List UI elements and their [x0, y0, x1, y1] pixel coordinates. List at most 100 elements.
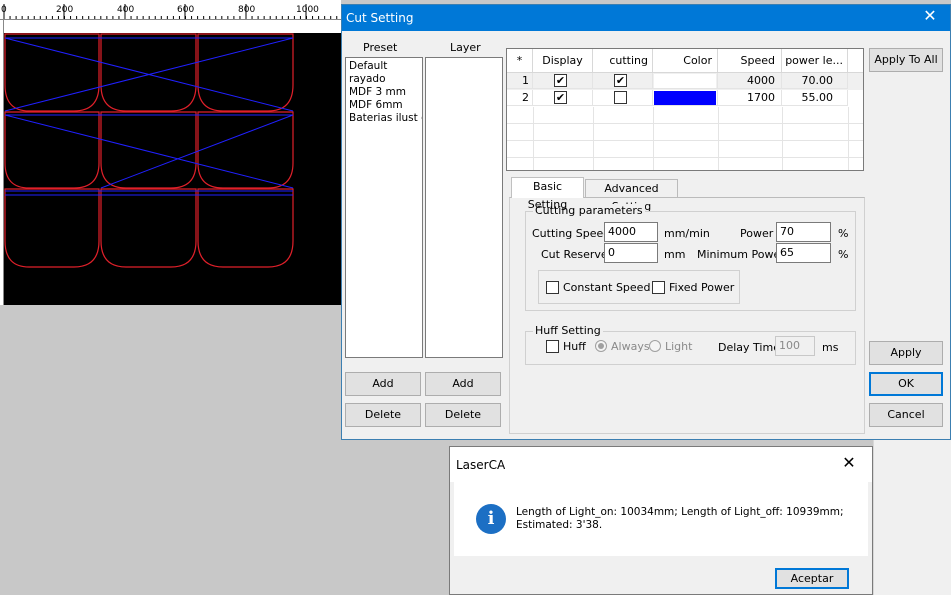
power-input[interactable]: 70 — [776, 222, 831, 242]
preset-item-mdf6[interactable]: MDF 6mm — [346, 99, 422, 112]
tab-basic-setting[interactable]: Basic Setting — [511, 177, 584, 211]
col-header-speed[interactable]: Speed — [718, 49, 782, 73]
layer-header: Layer — [450, 41, 481, 54]
delay-time-input[interactable]: 100 — [775, 336, 815, 356]
layer-list[interactable] — [425, 57, 503, 358]
layer-table[interactable]: * Display cutting Color Speed power le..… — [506, 48, 864, 171]
speed-unit: mm/min — [664, 227, 710, 240]
cancel-button[interactable]: Cancel — [869, 403, 943, 427]
minimum-power-label: Minimum Power — [697, 248, 785, 261]
preset-item-mdf3[interactable]: MDF 3 mm — [346, 86, 422, 99]
col-header-cutting[interactable]: cutting — [593, 49, 653, 73]
apply-button[interactable]: Apply — [869, 341, 943, 365]
col-header-color[interactable]: Color — [653, 49, 718, 73]
color-cell — [653, 73, 718, 89]
grid-line — [593, 107, 594, 170]
cutting-speed-label: Cutting Speed — [532, 227, 611, 240]
col-header-filler — [848, 49, 863, 73]
always-radio[interactable] — [595, 340, 607, 352]
cutting-cell: ✔ — [593, 73, 653, 89]
power-label: Power — [740, 227, 774, 240]
minimum-power-unit: % — [838, 248, 849, 261]
delay-unit: ms — [822, 341, 839, 354]
col-header-power[interactable]: power le... — [782, 49, 848, 73]
preset-item-default[interactable]: Default — [346, 60, 422, 73]
speed-cell: 4000 — [718, 73, 782, 89]
preset-header: Preset — [363, 41, 398, 54]
delete-layer-button[interactable]: Delete — [425, 403, 501, 427]
grid-line — [848, 107, 849, 170]
huff-label: Huff — [563, 340, 586, 353]
window-title: Cut Setting — [346, 11, 414, 25]
huff-setting-title: Huff Setting — [533, 324, 603, 337]
layer-color-swatch[interactable] — [654, 91, 716, 105]
ruler-label-600: 600 — [177, 5, 195, 15]
cut-path-drawing — [4, 33, 294, 268]
minimum-power-input[interactable]: 65 — [776, 243, 831, 263]
add-preset-button[interactable]: Add — [345, 372, 421, 396]
canvas-background — [0, 305, 341, 595]
accept-button[interactable]: Aceptar — [775, 568, 849, 589]
cut-reserve-input[interactable]: 0 — [604, 243, 658, 263]
ruler-label-200: 200 — [56, 5, 74, 15]
drawing-canvas[interactable] — [4, 33, 341, 305]
ok-button[interactable]: OK — [869, 372, 943, 396]
power-unit: % — [838, 227, 849, 240]
cut-setting-titlebar[interactable]: Cut Setting ✕ — [342, 5, 950, 31]
add-layer-button[interactable]: Add — [425, 372, 501, 396]
apply-to-all-button[interactable]: Apply To All — [869, 48, 943, 72]
always-label: Always — [611, 340, 650, 353]
dialog-title: LaserCA — [456, 458, 506, 472]
window-edge — [873, 440, 951, 595]
ruler-label-400: 400 — [117, 5, 135, 15]
cutting-speed-input[interactable]: 4000 — [604, 222, 658, 242]
fixed-power-label: Fixed Power — [669, 281, 735, 294]
power-cell: 55.00 — [782, 90, 848, 106]
display-cell: ✔ — [533, 90, 593, 106]
row-number: 1 — [507, 73, 533, 89]
empty-rows — [507, 107, 863, 170]
canvas-top-margin — [4, 20, 341, 33]
ruler-ticks — [3, 4, 338, 19]
delete-preset-button[interactable]: Delete — [345, 403, 421, 427]
horizontal-ruler: 0 200 400 600 800 1000 — [0, 0, 341, 20]
col-header-index[interactable]: * — [507, 49, 533, 73]
grid-line — [653, 107, 654, 170]
message-line-2: Estimated: 3'38. — [516, 519, 603, 531]
laserca-titlebar[interactable]: LaserCA ✕ — [450, 447, 872, 482]
display-checkbox[interactable]: ✔ — [554, 91, 567, 104]
light-radio[interactable] — [649, 340, 661, 352]
cut-setting-window: Cut Setting ✕ Preset Layer Default rayad… — [341, 4, 951, 440]
preset-item-rayado[interactable]: rayado — [346, 73, 422, 86]
grid-line — [718, 107, 719, 170]
close-icon[interactable]: ✕ — [910, 5, 950, 31]
preset-list[interactable]: Default rayado MDF 3 mm MDF 6mm Baterias… — [345, 57, 423, 358]
close-icon[interactable]: ✕ — [838, 453, 860, 475]
display-checkbox[interactable]: ✔ — [554, 74, 567, 87]
tab-advanced-setting[interactable]: Advanced Setting — [585, 179, 678, 213]
constant-speed-checkbox[interactable] — [546, 281, 559, 294]
delay-time-label: Delay Time — [718, 341, 780, 354]
preset-item-baterias[interactable]: Baterias ilust co — [346, 112, 422, 125]
message-line-1: Length of Light_on: 10034mm; Length of L… — [516, 506, 844, 518]
speed-cell: 1700 — [718, 90, 782, 106]
basic-setting-panel: Cutting parameters Cutting Speed 4000 mm… — [509, 197, 865, 434]
constant-speed-label: Constant Speed — [563, 281, 651, 294]
grid-line — [782, 107, 783, 170]
col-header-display[interactable]: Display — [533, 49, 593, 73]
laserca-dialog: LaserCA ✕ i Length of Light_on: 10034mm;… — [449, 446, 873, 595]
color-cell — [653, 90, 718, 106]
huff-checkbox[interactable] — [546, 340, 559, 353]
layer-color-swatch[interactable] — [654, 74, 716, 88]
grid-line — [533, 107, 534, 170]
display-cell: ✔ — [533, 73, 593, 89]
ruler-label-800: 800 — [238, 5, 256, 15]
dialog-message-area: i Length of Light_on: 10034mm; Length of… — [454, 482, 868, 556]
cutting-checkbox[interactable] — [614, 91, 627, 104]
cut-reserve-label: Cut Reserve — [541, 248, 608, 261]
row-number: 2 — [507, 90, 533, 106]
fixed-power-checkbox[interactable] — [652, 281, 665, 294]
cutting-checkbox[interactable]: ✔ — [614, 74, 627, 87]
info-icon: i — [476, 504, 506, 534]
ruler-label-0: 0 — [1, 5, 7, 15]
